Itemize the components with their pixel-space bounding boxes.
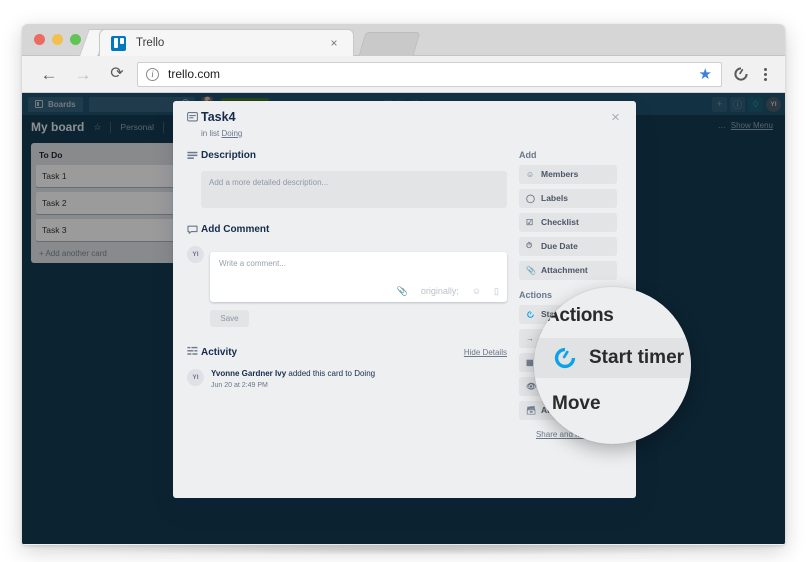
tab-title: Trello	[136, 37, 165, 49]
activity-author[interactable]: Yvonne Gardner Ivy	[211, 369, 286, 378]
comment-placeholder: Write a comment...	[219, 258, 286, 268]
modal-left-column: Description Add a more detailed descript…	[187, 150, 507, 439]
avatar: YI	[187, 245, 204, 263]
trello-favicon-icon	[111, 35, 126, 51]
add-attachment-label: Attachment	[541, 265, 588, 276]
checklist-icon: ☑	[526, 217, 534, 227]
add-labels-label: Labels	[541, 193, 568, 204]
card-detail-modal: × Task4 in list Doing Description Add a …	[173, 101, 636, 498]
add-checklist-label: Checklist	[541, 217, 579, 228]
new-tab-placeholder[interactable]	[358, 32, 421, 56]
activity-text: Yvonne Gardner Ivy added this card to Do…	[211, 369, 375, 380]
add-checklist-button[interactable]: ☑ Checklist	[519, 212, 617, 232]
label-icon: ◯	[526, 193, 535, 203]
card-icon	[187, 111, 201, 138]
add-section-label: Add	[519, 149, 537, 160]
timer-icon	[552, 345, 578, 371]
emoji-icon[interactable]: ☺	[472, 286, 481, 297]
description-input[interactable]: Add a more detailed description...	[201, 170, 507, 208]
comment-heading: Add Comment	[201, 223, 270, 235]
add-members-label: Members	[541, 169, 579, 180]
activity-timestamp: Jun 20 at 2:49 PM	[211, 381, 268, 389]
url-input[interactable]: i trello.com ★	[137, 61, 722, 87]
comment-input[interactable]: Write a comment... 📎 originally; ☺ ▯	[210, 251, 507, 302]
magnified-move-button[interactable]: Move	[534, 384, 691, 424]
activity-section-header: Activity Hide Details	[187, 345, 507, 360]
add-due-date-label: Due Date	[541, 241, 578, 252]
add-labels-button[interactable]: ◯ Labels	[519, 188, 617, 208]
description-heading: Description	[201, 149, 257, 161]
card-in-list: in list Doing	[201, 129, 242, 138]
browser-addressbar: ← → ⟳ i trello.com ★	[22, 56, 785, 93]
activity-icon	[187, 345, 201, 360]
forward-icon[interactable]: →	[70, 61, 96, 87]
list-item: YI Yvonne Gardner Ivy added this card to…	[187, 368, 507, 389]
reload-icon[interactable]: ⟳	[104, 61, 130, 87]
description-icon	[187, 150, 201, 165]
add-due-date-button[interactable]: ⏱ Due Date	[519, 236, 617, 256]
save-button[interactable]: Save	[210, 309, 249, 327]
browser-tabstrip: Trello ×	[22, 24, 785, 56]
magnified-move-label: Move	[552, 393, 601, 414]
activity-action: added this card to Doing	[288, 368, 376, 378]
maximize-window-button[interactable]	[70, 34, 81, 45]
in-list-prefix: in list	[201, 128, 220, 138]
site-info-icon[interactable]: i	[146, 67, 159, 81]
comment-section-header: Add Comment	[187, 224, 507, 239]
mention-icon[interactable]: originally;	[421, 286, 459, 297]
add-members-button[interactable]: ☺ Members	[519, 164, 617, 184]
avatar: YI	[187, 368, 204, 386]
clock-icon: ⏱	[526, 241, 533, 251]
window-traffic-lights	[34, 34, 81, 45]
attachment-icon: 📎	[526, 265, 536, 275]
browser-menu-icon[interactable]	[755, 66, 775, 83]
hide-details-button[interactable]: Hide Details	[464, 348, 507, 357]
card-link-icon[interactable]: ▯	[494, 286, 499, 297]
bookmark-star-icon[interactable]: ★	[699, 67, 712, 82]
timer-extension-icon[interactable]	[731, 64, 751, 84]
magnified-start-timer-button[interactable]: Start timer	[534, 338, 691, 378]
magnifier-lens: Actions Start timer Move	[534, 287, 691, 444]
magnified-actions-heading: Actions	[546, 305, 614, 326]
comment-icon	[187, 224, 201, 239]
attachment-icon[interactable]: 📎	[397, 286, 408, 297]
close-tab-icon[interactable]: ×	[327, 36, 341, 50]
member-icon: ☺	[526, 169, 535, 179]
description-section-header: Description	[187, 150, 507, 165]
close-window-button[interactable]	[34, 34, 45, 45]
timer-icon	[526, 310, 535, 319]
add-attachment-button[interactable]: 📎 Attachment	[519, 260, 617, 280]
comment-toolbar: 📎 originally; ☺ ▯	[397, 286, 499, 297]
card-title-row: Task4 in list Doing	[187, 110, 624, 138]
browser-tab-trello[interactable]: Trello ×	[99, 29, 354, 56]
url-text: trello.com	[168, 67, 221, 81]
back-icon[interactable]: ←	[36, 61, 62, 87]
magnified-start-timer-label: Start timer	[589, 347, 685, 368]
minimize-window-button[interactable]	[52, 34, 63, 45]
browser-window: Trello × ← → ⟳ i trello.com ★ Boards + ⓘ…	[22, 24, 785, 545]
close-icon[interactable]: ×	[607, 109, 624, 126]
comment-row: YI Write a comment... 📎 originally; ☺ ▯	[187, 245, 507, 327]
page-title: Task4	[201, 110, 236, 124]
window-shadow	[40, 543, 767, 555]
in-list-name[interactable]: Doing	[221, 129, 242, 138]
activity-heading: Activity	[201, 346, 238, 358]
